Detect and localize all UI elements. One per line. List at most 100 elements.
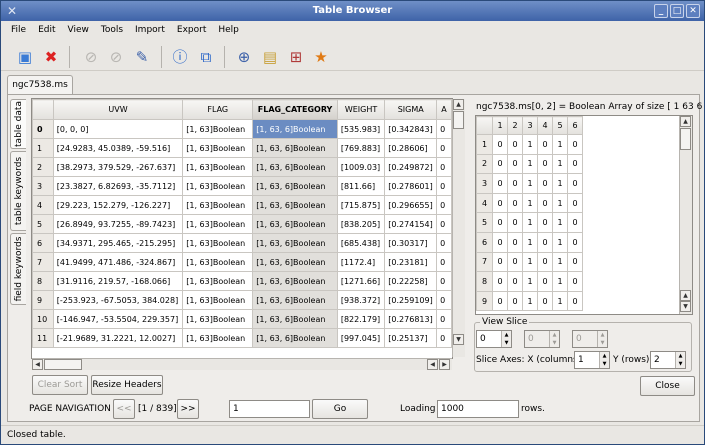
table-cell[interactable]: [1, 63, 6]Boolean — [252, 252, 338, 272]
menu-view[interactable]: View — [62, 21, 95, 39]
link-icon[interactable]: ⊘ — [80, 46, 102, 68]
menu-tools[interactable]: Tools — [95, 21, 129, 39]
array-cell[interactable]: 0 — [492, 153, 508, 175]
array-row[interactable]: 1 0 0 1 0 1 0 — [476, 134, 583, 155]
array-cell[interactable]: 0 — [537, 271, 553, 292]
array-cell[interactable]: 0 — [567, 290, 583, 312]
menu-help[interactable]: Help — [212, 21, 245, 39]
prev-page-button[interactable]: << — [113, 399, 135, 419]
table-row[interactable]: 4 [29.223, 152.279, -126.227] [1, 63]Boo… — [32, 195, 452, 215]
array-cell[interactable]: 0 — [537, 173, 553, 194]
array-cell[interactable]: 1 — [522, 290, 538, 312]
next-page-button[interactable]: >> — [177, 399, 199, 419]
array-cell[interactable]: 0 — [492, 251, 508, 273]
scroll-thumb[interactable] — [453, 111, 464, 129]
table-cell[interactable]: [1009.03] — [336, 157, 386, 177]
table-cell[interactable]: [0.296655] — [384, 195, 438, 215]
table-row[interactable]: 0 [0, 0, 0] [1, 63]Boolean [1, 63, 6]Boo… — [32, 119, 452, 139]
array-cell[interactable]: 1 — [552, 173, 568, 194]
row-header[interactable]: 4 — [32, 195, 54, 215]
table-cell[interactable]: 0 — [436, 290, 452, 310]
array-cell[interactable]: 0 — [507, 251, 523, 273]
columns-icon[interactable]: ▤ — [259, 46, 281, 68]
table-cell[interactable]: [769.883] — [336, 138, 386, 158]
table-cell[interactable]: [1, 63, 6]Boolean — [252, 138, 338, 158]
menu-edit[interactable]: Edit — [32, 21, 61, 39]
array-row[interactable]: 9 0 0 1 0 1 0 — [476, 290, 583, 312]
table-cell[interactable]: [0.274154] — [384, 214, 438, 234]
table-cell[interactable]: 0 — [436, 157, 452, 177]
array-cell[interactable]: 1 — [552, 192, 568, 214]
array-cell[interactable]: 0 — [537, 212, 553, 233]
hscroll-thumb[interactable] — [44, 359, 82, 370]
go-to-page-input[interactable]: 1 — [229, 400, 310, 418]
array-row-header[interactable]: 1 — [476, 134, 493, 155]
array-cell[interactable]: 1 — [522, 173, 538, 194]
array-cell[interactable]: 0 — [492, 212, 508, 233]
table-row[interactable]: 8 [31.9116, 219.57, -168.066] [1, 63]Boo… — [32, 271, 452, 291]
table-cell[interactable]: [31.9116, 219.57, -168.066] — [52, 271, 184, 291]
array-row-header[interactable]: 2 — [476, 153, 493, 175]
row-header[interactable]: 9 — [32, 290, 54, 310]
array-cell[interactable]: 0 — [507, 271, 523, 292]
close-button[interactable]: Close — [640, 376, 695, 396]
tab-ngc7538[interactable]: ngc7538.ms — [7, 75, 73, 95]
array-cell[interactable]: 0 — [537, 290, 553, 312]
table-cell-selected[interactable]: [1, 63, 6]Boolean — [252, 119, 338, 139]
table-cell[interactable]: [997.045] — [336, 328, 386, 348]
array-cell[interactable]: 1 — [552, 231, 568, 253]
table-cell[interactable]: [1271.66] — [336, 271, 386, 291]
table-cell[interactable]: [0.30317] — [384, 233, 438, 253]
array-cell[interactable]: 0 — [567, 212, 583, 233]
filter-icon[interactable]: ⊞ — [285, 46, 307, 68]
table-cell[interactable]: [0.28606] — [384, 138, 438, 158]
unlink-icon[interactable]: ⊘ — [105, 46, 127, 68]
table-row[interactable]: 7 [41.9499, 471.486, -324.867] [1, 63]Bo… — [32, 252, 452, 272]
table-cell[interactable]: [1, 63]Boolean — [182, 271, 254, 291]
slice-spin-3[interactable]: 0 ▲ ▼ — [572, 330, 608, 348]
column-header[interactable]: FLAG_CATEGORY — [252, 99, 338, 120]
menu-file[interactable]: File — [5, 21, 32, 39]
table-cell[interactable]: [1, 63, 6]Boolean — [252, 233, 338, 253]
table-cell[interactable]: [838.205] — [336, 214, 386, 234]
column-header[interactable]: SIGMA — [384, 99, 438, 120]
table-cell[interactable]: [0.276813] — [384, 309, 438, 329]
table-cell[interactable]: [1, 63]Boolean — [182, 233, 254, 253]
table-cell[interactable]: [41.9499, 471.486, -324.867] — [52, 252, 184, 272]
array-cell[interactable]: 1 — [522, 134, 538, 155]
table-cell[interactable]: [23.3827, 6.82693, -35.7112] — [52, 176, 184, 196]
array-row[interactable]: 2 0 0 1 0 1 0 — [476, 153, 583, 175]
table-cell[interactable]: [0.278601] — [384, 176, 438, 196]
table-cell[interactable]: [938.372] — [336, 290, 386, 310]
table-cell[interactable]: [26.8949, 93.7255, -89.7423] — [52, 214, 184, 234]
array-row-header[interactable]: 8 — [476, 271, 493, 292]
array-cell[interactable]: 0 — [567, 153, 583, 175]
array-scroll-thumb[interactable] — [680, 128, 691, 150]
array-cell[interactable]: 0 — [567, 134, 583, 155]
column-header[interactable]: A — [436, 99, 452, 120]
close-window-icon[interactable]: ✕ — [686, 4, 700, 18]
table-horizontal-scrollbar[interactable]: ◀ ◀ ▶ — [32, 358, 452, 370]
table-cell[interactable]: [1, 63]Boolean — [182, 328, 254, 348]
table-cell[interactable]: [0, 0, 0] — [52, 119, 184, 139]
array-cell[interactable]: 0 — [537, 134, 553, 155]
table-cell[interactable]: [1, 63]Boolean — [182, 290, 254, 310]
array-cell[interactable]: 0 — [507, 212, 523, 233]
scroll-up-icon[interactable]: ▲ — [453, 99, 464, 110]
tab-table-data[interactable]: table data — [10, 99, 26, 149]
table-cell[interactable]: [-146.947, -53.5504, 229.357] — [52, 309, 184, 329]
array-scroll-up2-icon[interactable]: ▲ — [680, 290, 691, 301]
zoom-icon[interactable]: ⊕ — [233, 46, 255, 68]
table-cell[interactable]: [715.875] — [336, 195, 386, 215]
array-cell[interactable]: 0 — [492, 290, 508, 312]
row-header[interactable]: 5 — [32, 214, 54, 234]
close-table-icon[interactable]: ✖ — [40, 46, 62, 68]
array-cell[interactable]: 0 — [537, 231, 553, 253]
table-cell[interactable]: [1172.4] — [336, 252, 386, 272]
array-column-header[interactable]: 3 — [522, 116, 538, 135]
table-cell[interactable]: [1, 63, 6]Boolean — [252, 176, 338, 196]
array-cell[interactable]: 0 — [507, 290, 523, 312]
scroll-right-icon[interactable]: ▶ — [439, 359, 450, 370]
array-cell[interactable]: 0 — [507, 134, 523, 155]
table-cell[interactable]: [811.66] — [336, 176, 386, 196]
